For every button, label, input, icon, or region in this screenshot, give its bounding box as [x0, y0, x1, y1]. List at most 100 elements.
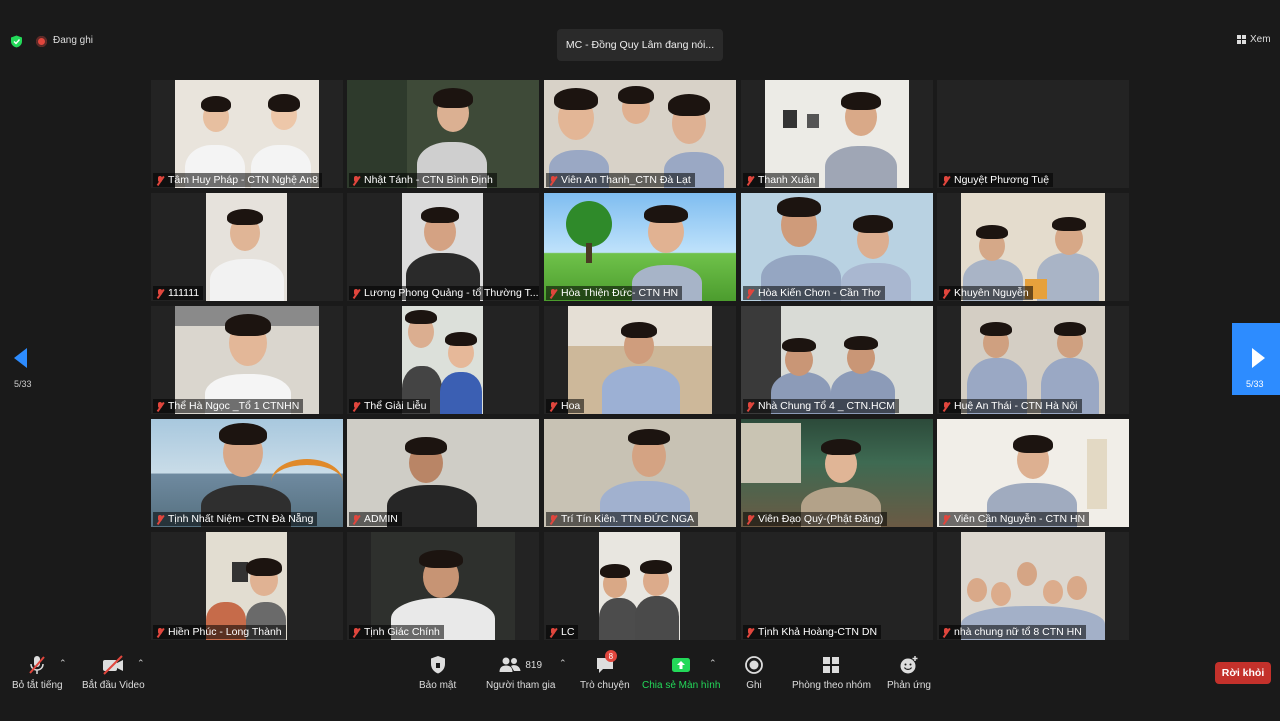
- video-tile[interactable]: nhà chung nữ tổ 8 CTN HN: [937, 532, 1129, 640]
- video-tile[interactable]: Viên An Thanh_CTN Đà Lạt: [544, 80, 736, 188]
- participants-options-caret-icon[interactable]: ⌃: [559, 658, 567, 669]
- participant-nameplate: Hoa: [546, 399, 585, 413]
- video-tile[interactable]: Trí Tín Kiên. TTN ĐỨC NGA: [544, 419, 736, 527]
- emoji-icon: [899, 654, 919, 676]
- next-page-button[interactable]: 5/33: [1232, 323, 1280, 395]
- mic-muted-icon: [745, 627, 755, 638]
- video-tile[interactable]: Nguyệt Phương Tuệ: [937, 80, 1129, 188]
- video-tile[interactable]: Tịnh Khả Hoàng-CTN DN: [741, 532, 933, 640]
- video-feed: [937, 419, 1129, 527]
- video-tile[interactable]: Hoa: [544, 306, 736, 414]
- reactions-button[interactable]: Phản ứng: [887, 654, 931, 691]
- video-tile[interactable]: ADMIN: [347, 419, 539, 527]
- breakout-rooms-button[interactable]: Phòng theo nhóm: [792, 654, 871, 691]
- video-tile[interactable]: LC: [544, 532, 736, 640]
- video-feed: [765, 80, 909, 188]
- mic-muted-icon: [548, 401, 558, 412]
- participant-nameplate: Nhà Chung Tổ 4 _ CTN.HCM: [743, 399, 899, 413]
- mic-muted-icon: [351, 175, 361, 186]
- participant-nameplate: Thể Giải Liễu: [349, 399, 431, 413]
- participants-icon: 819: [499, 654, 542, 676]
- participant-nameplate: Viên An Thanh_CTN Đà Lạt: [546, 173, 695, 187]
- record-button[interactable]: Ghi: [744, 654, 764, 691]
- video-tile[interactable]: Thanh Xuân: [741, 80, 933, 188]
- video-tile[interactable]: Tịnh Giác Chính: [347, 532, 539, 640]
- mic-muted-icon: [351, 627, 361, 638]
- video-tile[interactable]: Nhật Tánh - CTN Bình Định: [347, 80, 539, 188]
- participant-name: Thể Giải Liễu: [364, 400, 427, 412]
- video-feed: [961, 306, 1105, 414]
- arrow-right-icon: [1252, 348, 1265, 368]
- video-tile[interactable]: Tịnh Nhất Niệm- CTN Đà Nẵng: [151, 419, 343, 527]
- video-tile[interactable]: Tâm Huy Pháp - CTN Nghệ An8: [151, 80, 343, 188]
- participant-nameplate: Nhật Tánh - CTN Bình Định: [349, 173, 497, 187]
- record-label: Ghi: [746, 680, 762, 691]
- audio-options-caret-icon[interactable]: ⌃: [59, 658, 67, 669]
- mute-button[interactable]: Bỏ tắt tiếng: [12, 654, 63, 691]
- video-tile[interactable]: Hiền Phúc - Long Thành: [151, 532, 343, 640]
- video-tile[interactable]: Khuyên Nguyễn: [937, 193, 1129, 301]
- start-video-button[interactable]: Bắt đầu Video: [82, 654, 145, 691]
- participant-nameplate: Hòa Thiện Đức- CTN HN: [546, 286, 683, 300]
- participant-nameplate: Trí Tín Kiên. TTN ĐỨC NGA: [546, 512, 699, 526]
- mic-muted-icon: [155, 627, 165, 638]
- participant-nameplate: Tịnh Giác Chính: [349, 625, 444, 639]
- video-options-caret-icon[interactable]: ⌃: [137, 658, 145, 669]
- view-button[interactable]: Xem: [1237, 34, 1271, 45]
- start-video-label: Bắt đầu Video: [82, 680, 145, 691]
- share-options-caret-icon[interactable]: ⌃: [709, 658, 717, 669]
- security-label: Bảo mật: [419, 680, 457, 691]
- video-feed: [371, 532, 515, 640]
- view-label: Xem: [1250, 34, 1271, 45]
- participant-name: ADMIN: [364, 513, 398, 525]
- security-button[interactable]: Bảo mật: [419, 654, 456, 691]
- shield-icon: [429, 654, 447, 676]
- chat-label: Trò chuyện: [580, 680, 630, 691]
- video-tile[interactable]: Viên Cần Nguyễn - CTN HN: [937, 419, 1129, 527]
- video-tile[interactable]: 111111: [151, 193, 343, 301]
- participant-nameplate: Huệ An Thái - CTN Hà Nội: [939, 399, 1082, 413]
- participant-nameplate: nhà chung nữ tổ 8 CTN HN: [939, 625, 1086, 639]
- participant-name: Tịnh Giác Chính: [364, 626, 440, 638]
- participant-nameplate: Hiền Phúc - Long Thành: [153, 625, 286, 639]
- participant-name: Nhật Tánh - CTN Bình Định: [364, 174, 493, 186]
- recording-label: Đang ghi: [53, 35, 94, 46]
- participants-label: Người tham gia: [486, 680, 556, 691]
- video-feed: [599, 532, 680, 640]
- video-feed: [544, 193, 736, 301]
- mic-muted-icon: [941, 288, 951, 299]
- chat-button[interactable]: 8 Trò chuyện: [580, 650, 630, 691]
- video-tile[interactable]: Hòa Thiện Đức- CTN HN: [544, 193, 736, 301]
- video-feed: [741, 419, 933, 527]
- recording-icon[interactable]: [36, 36, 47, 47]
- video-tile[interactable]: Hòa Kiến Chơn - Cần Thơ: [741, 193, 933, 301]
- security-shield-icon[interactable]: [10, 35, 23, 48]
- video-feed: [175, 80, 319, 188]
- participants-button[interactable]: 819 Người tham gia: [486, 654, 555, 691]
- participant-name: Nguyệt Phương Tuệ: [954, 174, 1050, 186]
- page-counter-left: 5/33: [14, 379, 32, 389]
- leave-meeting-button[interactable]: Rời khỏi: [1215, 662, 1271, 684]
- chat-unread-badge: 8: [604, 650, 617, 662]
- mic-muted-icon: [548, 175, 558, 186]
- participants-count: 819: [525, 659, 543, 671]
- video-tile[interactable]: Lương Phong Quảng - tổ Thường T...: [347, 193, 539, 301]
- participant-name: Thể Hà Ngọc _Tổ 1 CTNHN: [168, 400, 300, 412]
- mic-muted-icon: [941, 514, 951, 525]
- video-tile[interactable]: Thể Hà Ngọc _Tổ 1 CTNHN: [151, 306, 343, 414]
- participant-nameplate: ADMIN: [349, 512, 402, 526]
- video-tile[interactable]: Huệ An Thái - CTN Hà Nội: [937, 306, 1129, 414]
- video-feed: [961, 532, 1105, 640]
- video-tile[interactable]: Nhà Chung Tổ 4 _ CTN.HCM: [741, 306, 933, 414]
- participant-name: Khuyên Nguyễn: [954, 287, 1029, 299]
- video-tile[interactable]: Viên Đạo Quý-(Phật Đăng): [741, 419, 933, 527]
- video-tile[interactable]: Thể Giải Liễu: [347, 306, 539, 414]
- participant-name: Viên Đạo Quý-(Phật Đăng): [758, 513, 884, 525]
- record-icon: [744, 654, 764, 676]
- share-screen-icon: [671, 654, 691, 676]
- participant-nameplate: Viên Đạo Quý-(Phật Đăng): [743, 512, 888, 526]
- mic-muted-icon: [351, 401, 361, 412]
- mic-muted-icon: [27, 654, 47, 676]
- breakout-rooms-label: Phòng theo nhóm: [792, 680, 871, 691]
- previous-page-button[interactable]: 5/33: [0, 323, 46, 395]
